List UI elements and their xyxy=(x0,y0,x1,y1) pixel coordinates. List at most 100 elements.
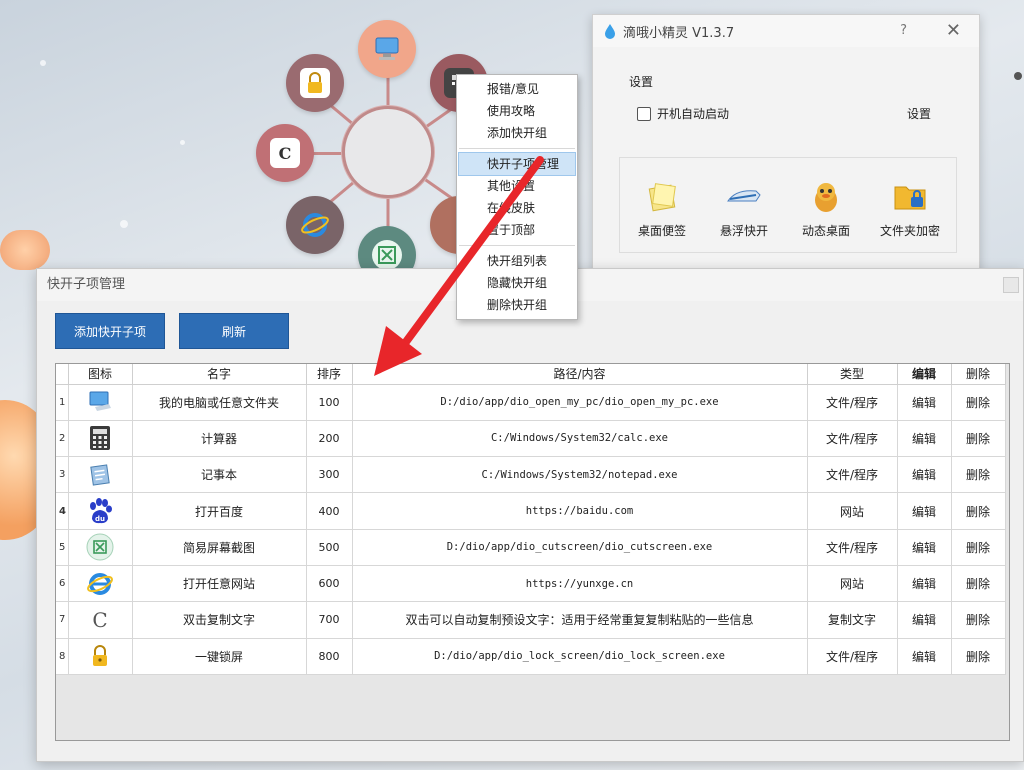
help-button[interactable]: ? xyxy=(900,23,907,38)
row-path: C:/Windows/System32/notepad.exe xyxy=(352,456,808,494)
delete-button[interactable]: 删除 xyxy=(951,420,1006,458)
row-type: 网站 xyxy=(807,565,898,603)
row-name: 简易屏幕截图 xyxy=(132,529,307,566)
row-sort: 200 xyxy=(306,420,353,458)
svg-text:du: du xyxy=(95,515,105,523)
table-row[interactable]: 3 记事本 300 C:/Windows/System32/notepad.ex… xyxy=(56,456,1006,494)
copy-c-icon: C xyxy=(92,607,108,632)
row-index: 3 xyxy=(56,456,69,494)
copy-c-icon: C xyxy=(270,138,300,168)
calculator-icon xyxy=(86,424,114,452)
row-name: 计算器 xyxy=(132,420,307,458)
tool-folder-encrypt[interactable]: 文件夹加密 xyxy=(870,180,950,239)
app-titlebar[interactable]: 滴哦小精灵 V1.3.7 ? ✕ xyxy=(593,15,979,47)
launcher-item-copy[interactable]: C xyxy=(256,124,314,182)
header-icon[interactable]: 图标 xyxy=(68,364,133,385)
header-sort[interactable]: 排序 xyxy=(306,364,353,385)
row-path: https://yunxge.cn xyxy=(352,565,808,603)
table-row[interactable]: 8 一键锁屏 800 D:/dio/app/dio_lock_screen/di… xyxy=(56,638,1006,675)
sub-window-close-button[interactable] xyxy=(1003,277,1019,293)
items-table: 图标 名字 排序 路径/内容 类型 编辑 删除 1 我的电脑或任意文件夹 100… xyxy=(56,364,1006,675)
row-index: 7 xyxy=(56,601,69,639)
table-row[interactable]: 2 计算器 200 C:/Windows/System32/calc.exe 文… xyxy=(56,420,1006,458)
row-name: 打开任意网站 xyxy=(132,565,307,603)
add-sub-item-button[interactable]: 添加快开子项 xyxy=(55,313,165,349)
lock-icon xyxy=(300,68,330,98)
background-mascot-part xyxy=(0,230,50,270)
tool-float-launch[interactable]: 悬浮快开 xyxy=(704,180,784,239)
checkbox-box[interactable] xyxy=(637,106,651,121)
delete-button[interactable]: 删除 xyxy=(951,601,1006,639)
tool-dynamic-desktop[interactable]: 动态桌面 xyxy=(786,180,866,239)
desktop-icon-dot xyxy=(1014,72,1022,80)
row-index: 1 xyxy=(56,384,69,421)
delete-button[interactable]: 删除 xyxy=(951,529,1006,566)
launcher-item-lock[interactable] xyxy=(286,54,344,112)
header-delete[interactable]: 删除 xyxy=(951,364,1006,385)
tools-panel: 桌面便签 悬浮快开 动态桌面 文件夹加密 xyxy=(619,157,957,253)
menu-item-feedback[interactable]: 报错/意见 xyxy=(457,78,577,100)
edit-button[interactable]: 编辑 xyxy=(897,601,952,639)
folder-lock-icon xyxy=(892,180,928,214)
baidu-icon: du xyxy=(86,497,114,525)
header-edit[interactable]: 编辑 xyxy=(897,364,952,385)
header-name[interactable]: 名字 xyxy=(132,364,307,385)
autostart-label: 开机自动启动 xyxy=(657,107,730,121)
row-index: 8 xyxy=(56,638,69,675)
row-sort: 800 xyxy=(306,638,353,675)
launcher-item-computer[interactable] xyxy=(358,20,416,78)
refresh-button[interactable]: 刷新 xyxy=(179,313,289,349)
row-type: 文件/程序 xyxy=(807,384,898,421)
delete-button[interactable]: 删除 xyxy=(951,638,1006,675)
penguin-icon xyxy=(808,180,844,214)
app-title: 滴哦小精灵 V1.3.7 xyxy=(623,25,735,41)
close-button[interactable]: ✕ xyxy=(946,20,961,41)
autostart-checkbox[interactable]: 开机自动启动 xyxy=(637,105,729,122)
row-name: 打开百度 xyxy=(132,492,307,530)
row-path: D:/dio/app/dio_lock_screen/dio_lock_scre… xyxy=(352,638,808,675)
table-row[interactable]: 4 du 打开百度 400 https://baidu.com 网站 编辑 删除 xyxy=(56,492,1006,530)
edit-button[interactable]: 编辑 xyxy=(897,420,952,458)
delete-button[interactable]: 删除 xyxy=(951,565,1006,603)
edit-button[interactable]: 编辑 xyxy=(897,456,952,494)
delete-button[interactable]: 删除 xyxy=(951,492,1006,530)
menu-item-guide[interactable]: 使用攻略 xyxy=(457,100,577,122)
computer-icon xyxy=(372,34,402,64)
row-name: 一键锁屏 xyxy=(132,638,307,675)
edit-button[interactable]: 编辑 xyxy=(897,529,952,566)
header-type[interactable]: 类型 xyxy=(807,364,898,385)
row-name: 我的电脑或任意文件夹 xyxy=(132,384,307,421)
app-window: 滴哦小精灵 V1.3.7 ? ✕ 设置 开机自动启动 设置 桌面便签 悬浮快开 … xyxy=(592,14,980,274)
edit-button[interactable]: 编辑 xyxy=(897,384,952,421)
edit-button[interactable]: 编辑 xyxy=(897,565,952,603)
header-index xyxy=(56,364,69,385)
row-sort: 100 xyxy=(306,384,353,421)
snowflake xyxy=(180,140,185,145)
snowflake xyxy=(120,220,128,228)
items-grid: 图标 名字 排序 路径/内容 类型 编辑 删除 1 我的电脑或任意文件夹 100… xyxy=(55,363,1010,741)
row-index: 5 xyxy=(56,529,69,566)
row-name: 双击复制文字 xyxy=(132,601,307,639)
settings-button[interactable]: 设置 xyxy=(907,105,931,122)
annotation-arrow xyxy=(374,156,544,376)
snowflake xyxy=(40,60,46,66)
table-row[interactable]: 5 简易屏幕截图 500 D:/dio/app/dio_cutscreen/di… xyxy=(56,529,1006,566)
row-type: 文件/程序 xyxy=(807,529,898,566)
menu-separator xyxy=(459,148,575,149)
row-sort: 600 xyxy=(306,565,353,603)
notepad-icon xyxy=(86,461,114,489)
sticky-note-icon xyxy=(644,180,680,214)
row-type: 文件/程序 xyxy=(807,456,898,494)
table-row[interactable]: 6 打开任意网站 600 https://yunxge.cn 网站 编辑 删除 xyxy=(56,565,1006,603)
edit-button[interactable]: 编辑 xyxy=(897,492,952,530)
delete-button[interactable]: 删除 xyxy=(951,384,1006,421)
bullet-train-icon xyxy=(726,180,762,214)
row-type: 文件/程序 xyxy=(807,638,898,675)
menu-item-add-group[interactable]: 添加快开组 xyxy=(457,122,577,144)
edit-button[interactable]: 编辑 xyxy=(897,638,952,675)
row-index: 6 xyxy=(56,565,69,603)
table-row[interactable]: 7 C 双击复制文字 700 双击可以自动复制预设文字：适用于经常重复复制粘贴的… xyxy=(56,601,1006,639)
launcher-item-browser[interactable] xyxy=(286,196,344,254)
tool-sticky-note[interactable]: 桌面便签 xyxy=(622,180,702,239)
delete-button[interactable]: 删除 xyxy=(951,456,1006,494)
